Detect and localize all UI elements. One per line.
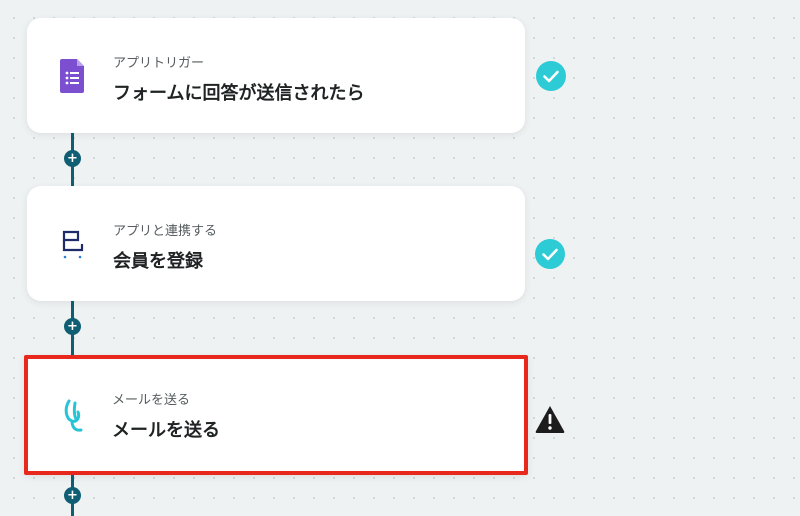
flow-step-card[interactable]: アプリトリガー フォームに回答が送信されたら <box>27 18 525 133</box>
add-step-button[interactable]: + <box>64 150 81 167</box>
step-type-label: メールを送る <box>112 393 191 408</box>
step-title: フォームに回答が送信されたら <box>113 83 365 104</box>
flow-step-card[interactable]: アプリと連携する 会員を登録 <box>27 186 525 301</box>
add-step-button[interactable]: + <box>64 487 81 504</box>
app-logo-icon <box>55 224 89 262</box>
check-circle-icon <box>534 238 566 270</box>
add-step-button[interactable]: + <box>64 318 81 335</box>
flow-step-card-selected[interactable]: メールを送る メールを送る <box>24 355 528 475</box>
google-forms-icon <box>55 56 89 94</box>
warning-icon <box>534 403 566 435</box>
mail-script-icon <box>58 397 92 435</box>
step-title: メールを送る <box>112 420 220 441</box>
step-type-label: アプリトリガー <box>113 56 205 71</box>
check-circle-icon <box>535 60 567 92</box>
step-type-label: アプリと連携する <box>113 224 218 239</box>
step-title: 会員を登録 <box>113 251 203 272</box>
